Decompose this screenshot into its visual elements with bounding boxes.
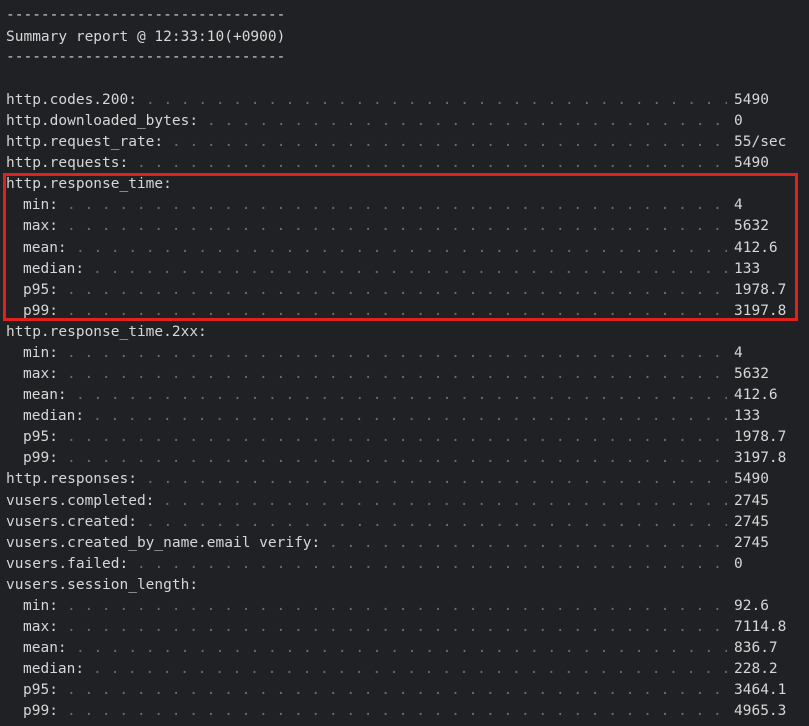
leader-dots: . . . . . . . . . . . . . . . . . . . . … — [163, 492, 727, 509]
metric-row: http.response_time.2xx: — [6, 322, 789, 343]
metric-value: 7114.8 — [734, 619, 787, 635]
metric-value: 5490 — [734, 471, 769, 488]
leader-dots: . . . . . . . . . . . . . . . . . . . . … — [67, 344, 727, 361]
metric-value: 2745 — [734, 534, 769, 551]
metric-row: vusers.failed: . . . . . . . . . . . . .… — [6, 554, 789, 575]
metric-row: p99: . . . . . . . . . . . . . . . . . .… — [6, 448, 789, 469]
metric-row: http.responses: . . . . . . . . . . . . … — [6, 469, 789, 490]
leader-dots: . . . . . . . . . . . . . . . . . . . . … — [329, 534, 727, 551]
metric-row: mean: . . . . . . . . . . . . . . . . . … — [6, 638, 789, 659]
metric-label: http.downloaded_bytes: — [6, 113, 199, 130]
metric-value: 55/sec — [734, 134, 787, 151]
leader-dots: . . . . . . . . . . . . . . . . . . . . … — [146, 471, 727, 488]
metric-row: http.codes.200: . . . . . . . . . . . . … — [6, 90, 789, 111]
metric-row: vusers.created_by_name.email verify: . .… — [6, 533, 789, 554]
metric-row: vusers.session_length: — [6, 575, 789, 596]
metric-label: median: — [23, 408, 85, 425]
response-time-highlight-box — [3, 173, 798, 321]
metric-row: p95: . . . . . . . . . . . . . . . . . .… — [6, 680, 789, 701]
metric-label: vusers.completed: — [6, 492, 155, 509]
metric-label: median: — [23, 661, 85, 678]
metric-row: min: . . . . . . . . . . . . . . . . . .… — [6, 596, 789, 617]
metric-label: p99: — [23, 450, 58, 467]
metric-value: 133 — [734, 408, 761, 425]
metric-label: vusers.created: — [6, 513, 137, 530]
header-rule-bottom: -------------------------------- — [6, 49, 286, 65]
metric-value: 4965.3 — [734, 703, 787, 720]
metric-row: min: . . . . . . . . . . . . . . . . . .… — [6, 343, 789, 364]
metric-value: 2745 — [734, 492, 769, 509]
leader-dots: . . . . . . . . . . . . . . . . . . . . … — [76, 387, 727, 404]
metric-label: p95: — [23, 682, 58, 699]
metric-value: 3464.1 — [734, 682, 787, 699]
leader-dots: . . . . . . . . . . . . . . . . . . . . … — [67, 597, 727, 614]
metric-row: p95: . . . . . . . . . . . . . . . . . .… — [6, 427, 789, 448]
metric-label: vusers.created_by_name.email verify: — [6, 534, 321, 551]
metric-value: 2745 — [734, 513, 769, 530]
metric-label: vusers.session_length: — [6, 576, 199, 593]
metric-label: http.codes.200: — [6, 92, 137, 108]
leader-dots: . . . . . . . . . . . . . . . . . . . . … — [67, 429, 727, 446]
metric-label: mean: — [23, 640, 67, 657]
leader-dots: . . . . . . . . . . . . . . . . . . . . … — [93, 661, 727, 678]
metric-label: mean: — [23, 387, 67, 404]
leader-dots: . . . . . . . . . . . . . . . . . . . . … — [207, 113, 727, 130]
metric-label: min: — [23, 344, 58, 361]
metric-label: max: — [23, 366, 58, 383]
metric-label: http.response_time.2xx: — [6, 323, 207, 340]
metric-value: 5632 — [734, 366, 769, 383]
metric-label: http.requests: — [6, 155, 129, 172]
metric-row: mean: . . . . . . . . . . . . . . . . . … — [6, 385, 789, 406]
metric-label: p95: — [23, 429, 58, 446]
leader-dots: . . . . . . . . . . . . . . . . . . . . … — [93, 408, 727, 425]
metric-row: p99: . . . . . . . . . . . . . . . . . .… — [6, 701, 789, 722]
metric-row: median: . . . . . . . . . . . . . . . . … — [6, 659, 789, 680]
leader-dots: . . . . . . . . . . . . . . . . . . . . … — [76, 640, 727, 657]
metric-label: p99: — [23, 703, 58, 720]
metric-value: 0 — [734, 555, 743, 572]
metric-row: max: . . . . . . . . . . . . . . . . . .… — [6, 364, 789, 385]
metric-label: min: — [23, 597, 58, 614]
metric-value: 1978.7 — [734, 429, 787, 446]
metric-value: 3197.8 — [734, 450, 787, 467]
metric-row: vusers.created: . . . . . . . . . . . . … — [6, 512, 789, 533]
metric-label: vusers.failed: — [6, 555, 129, 572]
metric-value: 228.2 — [734, 661, 778, 678]
metric-row: http.requests: . . . . . . . . . . . . .… — [6, 153, 789, 174]
leader-dots: . . . . . . . . . . . . . . . . . . . . … — [137, 155, 727, 172]
metric-value: 5490 — [734, 92, 769, 108]
leader-dots: . . . . . . . . . . . . . . . . . . . . … — [67, 703, 727, 720]
metric-label: http.request_rate: — [6, 134, 164, 151]
metric-label: max: — [23, 619, 58, 635]
leader-dots: . . . . . . . . . . . . . . . . . . . . … — [137, 555, 727, 572]
terminal-window: { "header": { "rule": "-----------------… — [0, 0, 809, 726]
leader-dots: . . . . . . . . . . . . . . . . . . . . … — [146, 513, 727, 530]
summary-report-title: Summary report @ 12:33:10(+0900) — [6, 29, 286, 45]
leader-dots: . . . . . . . . . . . . . . . . . . . . … — [67, 450, 727, 467]
metric-value: 836.7 — [734, 640, 778, 657]
leader-dots: . . . . . . . . . . . . . . . . . . . . … — [146, 92, 727, 108]
metric-value: 92.6 — [734, 597, 769, 614]
metric-row: http.downloaded_bytes: . . . . . . . . .… — [6, 111, 789, 132]
metric-row: max: . . . . . . . . . . . . . . . . . .… — [6, 617, 789, 638]
leader-dots: . . . . . . . . . . . . . . . . . . . . … — [67, 366, 727, 383]
metric-row: http.request_rate: . . . . . . . . . . .… — [6, 132, 789, 153]
header-rule-top: -------------------------------- — [6, 7, 286, 23]
metric-label: http.responses: — [6, 471, 137, 488]
leader-dots: . . . . . . . . . . . . . . . . . . . . … — [67, 619, 727, 635]
metric-value: 0 — [734, 113, 743, 130]
metric-row: median: . . . . . . . . . . . . . . . . … — [6, 406, 789, 427]
metric-value: 412.6 — [734, 387, 778, 404]
metric-value: 4 — [734, 344, 743, 361]
metric-value: 5490 — [734, 155, 769, 172]
leader-dots: . . . . . . . . . . . . . . . . . . . . … — [67, 682, 727, 699]
leader-dots: . . . . . . . . . . . . . . . . . . . . … — [172, 134, 727, 151]
metric-row: vusers.completed: . . . . . . . . . . . … — [6, 491, 789, 512]
